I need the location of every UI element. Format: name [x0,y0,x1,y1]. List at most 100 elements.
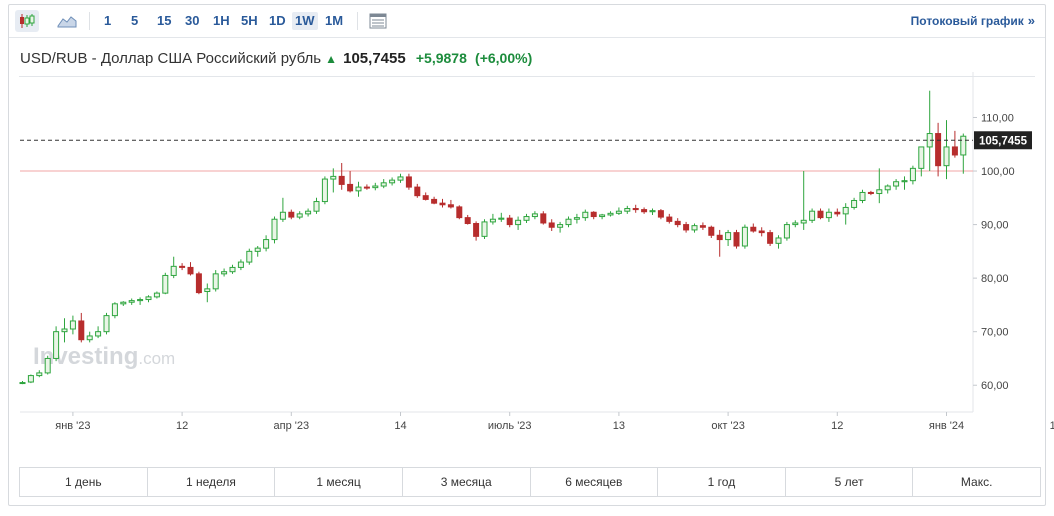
candle-body [565,218,572,226]
candle-body [725,232,732,241]
candle-body [414,186,421,197]
candle-body [279,211,286,220]
candle-body [212,273,219,290]
candle-body [557,224,564,228]
candle-body [53,331,60,359]
candle-body [447,204,454,208]
candle-body [943,146,950,167]
candle-body [935,133,942,167]
candle-body [515,219,522,226]
candle-body [666,216,673,222]
candle-body [44,357,51,374]
x-tick-label: 18 [1050,420,1054,432]
candle-body [195,273,202,294]
candle-body [473,223,480,237]
candle-body [817,210,824,219]
candle-body [27,375,34,383]
candle-body [355,186,362,192]
candle-body [128,300,135,303]
candle-body [456,206,463,219]
candle-body [36,372,43,377]
candle-body [145,296,152,301]
candle-body [884,185,891,191]
candle-body [649,210,656,213]
candle-body [590,211,597,218]
candle-body [851,199,858,208]
candle-body [86,335,93,341]
x-tick-label: янв '23 [55,420,90,432]
candle-body [305,210,312,215]
candle-body [767,232,774,244]
candle-body [842,206,849,215]
candle-body [775,237,782,244]
candle-body [221,271,228,275]
candle-body [674,220,681,226]
candle-body [254,247,261,252]
candle-body [330,175,337,180]
x-tick-label: июль '23 [488,420,532,432]
candle-body [246,250,253,263]
candle-body [909,167,916,182]
candle-body [405,176,412,188]
candle-body [893,181,900,187]
candle-body [422,195,429,200]
candle-body [61,328,68,333]
candle-body [389,179,396,184]
candle-body [69,320,76,330]
candle-body [548,222,555,228]
x-tick-label: апр '23 [274,420,310,432]
candle-body [792,222,799,226]
x-tick-label: 13 [613,420,625,432]
candle-body [187,266,194,275]
x-tick-label: 12 [176,420,188,432]
candle-body [464,217,471,225]
candle-body [137,299,144,302]
candle-body [615,210,622,214]
candle-body [741,226,748,247]
candle-body [531,213,538,218]
y-tick-label: 60,00 [981,380,1009,392]
candle-body [540,213,547,224]
candle-body [397,176,404,181]
candle-body [809,210,816,221]
y-tick-label: 90,00 [981,220,1009,232]
candle-body [960,135,967,156]
candle-body [296,213,303,218]
candle-body [901,180,908,183]
candle-body [347,183,354,192]
candle-body [800,219,807,224]
candle-body [783,224,790,239]
candle-body [716,234,723,241]
candle-body [95,331,102,337]
x-tick-label: 14 [394,420,406,432]
candle-body [263,239,270,249]
candle-body [733,232,740,247]
x-tick-label: янв '24 [929,420,964,432]
candle-body [498,217,505,220]
candle-body [624,208,631,212]
candle-body [380,182,387,187]
candle-body [691,225,698,231]
candle-body [523,216,530,221]
candle-body [237,261,244,268]
candle-body [599,214,606,218]
price-chart[interactable]: Investing.com60,0070,0080,0090,00100,001… [0,0,1054,516]
candle-body [834,211,841,215]
candle-body [120,301,127,305]
candle-body [111,303,118,317]
candle-body [825,211,832,219]
y-tick-label: 100,00 [981,166,1015,178]
candle-body [338,175,345,185]
candle-body [313,201,320,212]
candle-body [170,265,177,276]
candle-body [431,198,438,204]
candle-body [657,210,664,218]
candle-body [288,211,295,218]
candle-body [582,211,589,219]
y-tick-label: 70,00 [981,327,1009,339]
candle-body [708,226,715,236]
candle-body [573,217,580,220]
candle-body [162,274,169,294]
candle-body [758,230,765,234]
candle-body [78,320,85,341]
